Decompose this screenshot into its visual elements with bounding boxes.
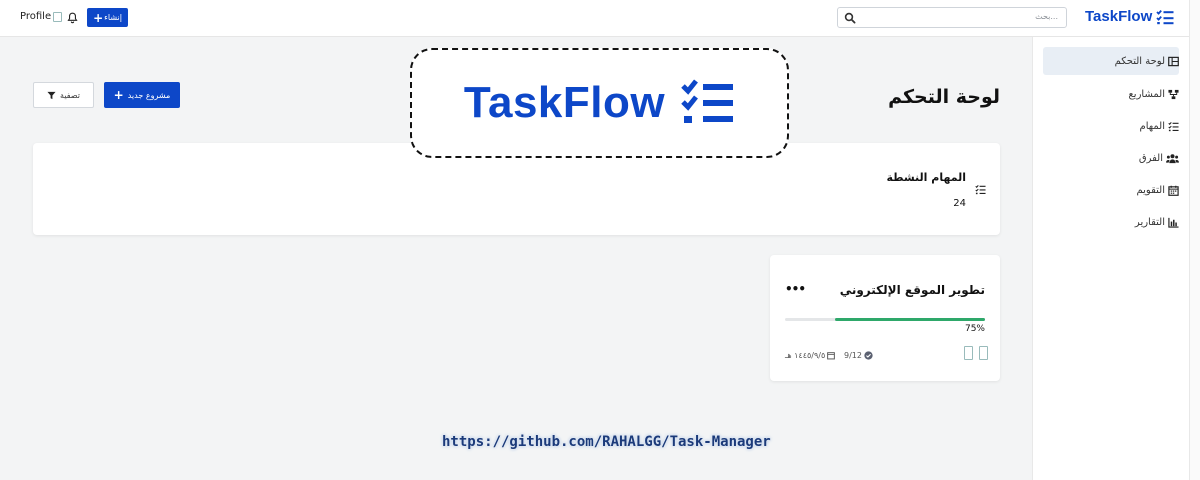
top-navbar: Profile + إنشاء بحث... TaskFlow	[0, 0, 1189, 37]
sidebar-item-label: لوحة التحكم	[1114, 55, 1165, 67]
sidebar-item-label: التقويم	[1136, 184, 1165, 196]
bell-icon[interactable]	[67, 12, 78, 24]
reports-icon	[1168, 217, 1179, 228]
sidebar-item-teams[interactable]: الفرق	[1139, 144, 1179, 172]
filter-icon	[47, 91, 56, 99]
filter-label: تصفية	[60, 90, 80, 100]
avatar	[979, 346, 988, 360]
new-project-label: مشروع جديد	[127, 90, 171, 100]
sidebar-item-label: المهام	[1139, 120, 1165, 132]
create-button[interactable]: + إنشاء	[87, 8, 128, 27]
progress-label: 75%	[964, 324, 985, 334]
stat-label: المهام النشطة	[886, 171, 966, 184]
stat-value: 24	[953, 198, 966, 209]
repo-url: https://github.com/RAHALGG/Task-Manager	[442, 434, 771, 450]
calendar-icon	[1168, 185, 1179, 196]
brand-name: TaskFlow	[1085, 8, 1153, 25]
plus-icon: +	[93, 10, 104, 25]
project-title: تطوير الموقع الإلكتروني	[839, 283, 985, 297]
progress-bar	[785, 318, 985, 321]
sidebar-item-projects[interactable]: المشاريع	[1128, 80, 1179, 108]
search-placeholder: بحث...	[1035, 12, 1058, 21]
tasks-icon	[1168, 121, 1179, 131]
filter-button[interactable]: تصفية	[33, 82, 94, 108]
sidebar-item-calendar[interactable]: التقويم	[1136, 176, 1179, 204]
profile-avatar	[53, 11, 63, 22]
tasks-count: 9/12	[844, 351, 873, 360]
sidebar-item-dashboard[interactable]: لوحة التحكم	[1043, 47, 1179, 75]
more-options-icon[interactable]: •••	[785, 283, 806, 295]
progress-fill	[835, 318, 985, 321]
brand-logo[interactable]: TaskFlow	[1085, 8, 1174, 25]
taskflow-logo-banner: TaskFlow	[410, 48, 789, 158]
plus-icon: +	[113, 88, 124, 102]
due-date: ١٤٤٥/٩/٥ هـ	[785, 351, 836, 360]
search-input[interactable]: بحث...	[837, 7, 1067, 28]
sidebar-item-label: التقارير	[1134, 216, 1165, 228]
page-scrollbar[interactable]	[1189, 0, 1200, 480]
sidebar-item-reports[interactable]: التقارير	[1135, 208, 1179, 236]
avatar	[964, 346, 973, 360]
task-list-icon	[1156, 9, 1174, 24]
teams-icon	[1166, 153, 1179, 163]
search-icon	[844, 12, 856, 24]
profile-label: Profile	[20, 11, 52, 22]
new-project-button[interactable]: + مشروع جديد	[104, 82, 180, 108]
sidebar: لوحة التحكم المشاريع المهام الفرق التقوي…	[1032, 37, 1189, 480]
sidebar-item-tasks[interactable]: المهام	[1140, 112, 1179, 140]
calendar-icon	[827, 352, 836, 360]
project-card[interactable]: تطوير الموقع الإلكتروني ••• 75% 9/12 ١٤٤…	[770, 255, 1000, 381]
page-title: لوحة التحكم	[888, 86, 1000, 108]
profile-menu[interactable]: Profile	[20, 11, 63, 22]
sidebar-item-label: المشاريع	[1128, 88, 1165, 100]
check-circle-icon	[864, 351, 873, 360]
tasks-count-value: 9/12	[844, 351, 862, 360]
sidebar-item-label: الفرق	[1138, 152, 1163, 164]
logo-text: TaskFlow	[463, 78, 666, 127]
due-date-value: ١٤٤٥/٩/٥ هـ	[785, 351, 826, 360]
tasks-icon	[975, 185, 986, 195]
dashboard-icon	[1168, 56, 1179, 66]
create-button-label: إنشاء	[104, 13, 122, 22]
task-list-icon	[681, 79, 734, 123]
projects-icon	[1168, 89, 1179, 99]
